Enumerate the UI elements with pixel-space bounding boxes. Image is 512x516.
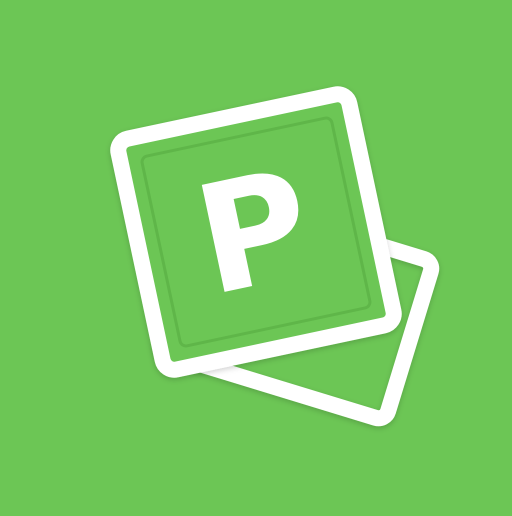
app-icon: P (0, 0, 512, 512)
stacked-cards-icon: P (110, 86, 440, 427)
front-card: P (110, 86, 402, 378)
